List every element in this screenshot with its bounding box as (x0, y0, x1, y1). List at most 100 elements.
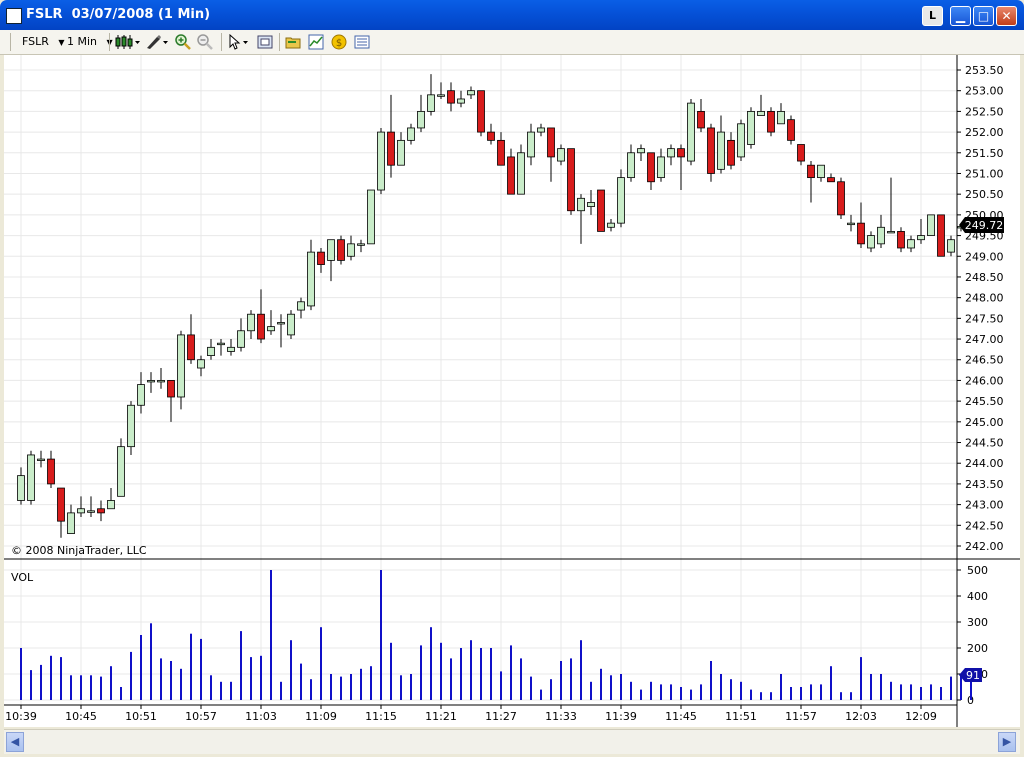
candle-body (817, 164, 825, 179)
instrument-selector[interactable]: FSLR ▼ (22, 33, 65, 51)
price-candle (607, 219, 615, 232)
candle-body (747, 110, 755, 145)
interval-label: 1 Min (67, 35, 98, 48)
candle-body (497, 139, 505, 166)
properties-icon[interactable] (354, 34, 370, 50)
price-candle (867, 231, 875, 253)
last-volume-label: 91 (966, 669, 980, 682)
price-candle (577, 194, 585, 244)
minimize-icon: ▁ (955, 9, 966, 23)
cursor-icon[interactable] (227, 34, 251, 50)
price-tick-label: 245.00 (965, 416, 1004, 429)
minimize-button[interactable]: ▁ (950, 6, 971, 26)
link-button[interactable]: L (922, 6, 943, 26)
candle-body (667, 148, 675, 158)
price-candle (727, 132, 735, 170)
price-candle (567, 148, 575, 215)
price-candle (237, 318, 245, 352)
close-button[interactable]: ✕ (996, 6, 1017, 26)
price-candle (387, 94, 395, 178)
price-candle (857, 202, 865, 248)
candle-body (417, 110, 425, 129)
scroll-right-button[interactable]: ▶ (998, 732, 1016, 752)
candle-body (377, 131, 385, 191)
last-volume-marker: 91 (959, 668, 982, 682)
toolbar-separator (279, 33, 280, 51)
price-candle (47, 450, 55, 489)
candle-body (347, 243, 355, 257)
chart-panel[interactable]: 242.00 242.50 243.00 243.50 244.00 244.50 245.… (4, 55, 1020, 727)
candle-body (777, 110, 785, 125)
strategy-icon[interactable]: $ (331, 34, 347, 50)
title-bar[interactable]: FSLR 03/07/2008 (1 Min) L ▁ □ ✕ (0, 0, 1024, 30)
candle-body (287, 313, 295, 336)
candle-body (187, 334, 195, 361)
candle-body (687, 102, 695, 162)
price-candle (627, 144, 635, 182)
time-tick-label: 11:21 (425, 710, 457, 723)
price-candle (817, 164, 825, 182)
volume-panel-label: VOL (11, 571, 34, 584)
price-volume-chart[interactable]: 242.00 242.50 243.00 243.50 244.00 244.50 245.… (4, 55, 1020, 727)
price-candle (287, 310, 295, 340)
price-candle (417, 94, 425, 133)
price-candle (127, 401, 135, 455)
price-candle (197, 355, 205, 377)
price-candle (847, 214, 855, 232)
price-candle (497, 132, 505, 166)
data-box-icon[interactable] (257, 34, 273, 50)
chart-window-icon[interactable] (6, 8, 22, 24)
candle-body (227, 346, 235, 352)
price-candle (917, 219, 925, 244)
time-tick-label: 11:57 (785, 710, 817, 723)
toolbar-separator (109, 33, 110, 51)
maximize-icon: □ (977, 9, 990, 23)
zoom-in-icon[interactable] (175, 34, 191, 50)
price-candle (777, 103, 785, 125)
candle-body (507, 156, 515, 195)
price-candle (887, 177, 895, 234)
candle-body (307, 251, 315, 307)
price-candle (807, 161, 815, 203)
zoom-out-icon[interactable] (197, 34, 213, 50)
drawing-tool-icon[interactable] (145, 34, 169, 50)
candle-body (467, 90, 475, 96)
price-candle (57, 487, 65, 538)
candle-body (797, 144, 805, 162)
price-candle (67, 504, 75, 534)
price-candle (87, 496, 95, 518)
horizontal-scrollbar[interactable]: ◀ ▶ (4, 729, 1020, 754)
time-tick-label: 12:03 (845, 710, 877, 723)
candle-body (927, 214, 935, 236)
price-candle (357, 239, 365, 253)
volume-tick-label: 200 (967, 642, 988, 655)
price-candle (227, 339, 235, 356)
price-tick-label: 251.00 (965, 167, 1004, 180)
volume-tick-label: 300 (967, 616, 988, 629)
price-candle (447, 82, 455, 112)
price-candle (477, 90, 485, 137)
maximize-button[interactable]: □ (973, 6, 994, 26)
candle-body (897, 231, 905, 249)
interval-selector[interactable]: 1 Min ▼ (67, 33, 113, 51)
price-candle (17, 467, 25, 505)
indicators-icon[interactable] (308, 34, 324, 50)
candlestick-style-icon[interactable] (115, 34, 141, 50)
candle-body (437, 94, 445, 97)
candle-body (527, 131, 535, 158)
price-candle (797, 144, 805, 166)
time-tick-label: 11:45 (665, 710, 697, 723)
price-candle (717, 115, 725, 174)
price-candle (927, 214, 935, 236)
candle-body (327, 239, 335, 261)
price-candle (207, 339, 215, 360)
candle-body (257, 313, 265, 340)
time-tick-label: 11:27 (485, 710, 517, 723)
open-folder-icon[interactable] (285, 34, 301, 50)
price-tick-label: 252.50 (965, 105, 1004, 118)
candle-body (117, 446, 125, 497)
candle-body (57, 487, 65, 522)
price-candle (147, 372, 155, 393)
last-price-marker: 249.72 (959, 217, 1004, 233)
scroll-left-button[interactable]: ◀ (6, 732, 24, 752)
